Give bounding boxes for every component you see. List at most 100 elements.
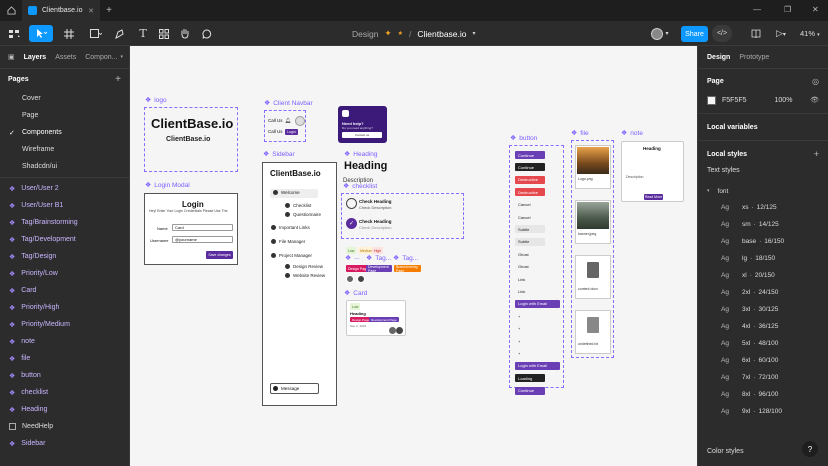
client-navbar-component[interactable]: Call Us Call Us 🔔︎ Login [264, 110, 306, 142]
library-icon[interactable] [751, 29, 761, 41]
logo-frame-label[interactable]: ❖ logo [145, 96, 167, 105]
user-b1-avatar[interactable] [357, 275, 365, 283]
card-component[interactable]: Low Heading Design Page Development Page… [346, 300, 406, 336]
text-style-item[interactable]: Ag 8xl · 96/100 [707, 386, 819, 403]
present-play-icon[interactable]: ▷▾ [776, 28, 786, 39]
layer-item[interactable]: ❖ Tag/Design [0, 248, 129, 265]
sidebar-toggle-icon[interactable]: ▣ [8, 53, 15, 61]
page-item[interactable]: ✓ Components [0, 124, 129, 141]
note-frame-label[interactable]: ❖ note [621, 129, 643, 138]
checklist-component[interactable]: Check Heading Check Description ✓ Check … [341, 193, 464, 239]
layer-item[interactable]: ❖ note [0, 333, 129, 350]
checklist-frame-label[interactable]: ❖ checklist [343, 182, 377, 191]
background-swatch[interactable] [707, 95, 716, 105]
text-tool-icon[interactable]: T [136, 25, 150, 42]
tab-layers[interactable]: Layers [24, 54, 47, 61]
priority-high-pill[interactable]: High [372, 247, 384, 254]
tab-components[interactable]: Compon... [85, 54, 117, 61]
layer-item[interactable]: ❖ Sidebar [0, 435, 129, 452]
home-icon[interactable] [0, 0, 22, 21]
text-style-item[interactable]: Ag lg · 18/150 [707, 250, 819, 267]
text-style-item[interactable]: Ag 3xl · 30/125 [707, 301, 819, 318]
layer-item[interactable]: NeedHelp [0, 418, 129, 435]
login-frame-label[interactable]: ❖ Login Modal [145, 181, 190, 190]
chevron-down-icon[interactable]: ▾ [121, 54, 124, 60]
tab-assets[interactable]: Assets [55, 54, 76, 61]
needhelp-frame[interactable]: Need help? Do you need anything? Contact… [338, 106, 387, 143]
pen-tool-icon[interactable] [110, 25, 132, 42]
text-style-item[interactable]: Ag 5xl · 48/100 [707, 335, 819, 352]
text-style-item[interactable]: Ag xl · 20/150 [707, 267, 819, 284]
tag-brainstorming-pill[interactable]: Brainstorming Page [394, 265, 421, 273]
tag-frame-label-2[interactable]: ❖ Tag... [393, 254, 418, 263]
layer-item[interactable]: ❖ User/User 2 [0, 180, 129, 197]
layer-item[interactable]: ❖ button [0, 367, 129, 384]
file-title[interactable]: Design ✦ ★ / Clientbase.io ▾ [352, 28, 476, 39]
move-tool-icon[interactable] [29, 25, 53, 42]
button-frame-label[interactable]: ❖ button [510, 134, 537, 143]
logo-component[interactable]: ClientBase.io ClientBase.io [144, 107, 238, 172]
page-item[interactable]: Page [0, 107, 129, 124]
new-tab-icon[interactable]: + [100, 5, 118, 16]
minimize-icon[interactable]: — [753, 5, 761, 14]
sidebar-component[interactable]: ClientBase.io Welcome Checklist Questionna… [262, 162, 337, 406]
design-canvas[interactable]: ❖ logo ClientBase.io ClientBase.io ❖ Clien… [130, 46, 697, 466]
tag-frame-label-small[interactable]: ❖... [345, 254, 359, 262]
hand-tool-icon[interactable] [178, 25, 192, 42]
tag-development-pill[interactable]: Development Page [366, 265, 392, 273]
page-item[interactable]: Shadcdn/ui [0, 158, 129, 175]
layer-item[interactable]: ❖ Tag/Brainstorming [0, 214, 129, 231]
frame-tool-icon[interactable] [59, 25, 81, 42]
layer-item[interactable]: ❖ Tag/Development [0, 231, 129, 248]
add-page-icon[interactable]: + [115, 74, 121, 85]
tag-frame-label-1[interactable]: ❖ Tag... [366, 254, 391, 263]
layer-item[interactable]: ❖ Priority/Low [0, 265, 129, 282]
layer-item[interactable]: ❖ User/User B1 [0, 197, 129, 214]
tab-design[interactable]: Design [707, 54, 730, 61]
file-frame-label[interactable]: ❖ file [571, 129, 589, 138]
page-item[interactable]: Wireframe [0, 141, 129, 158]
heading-frame-label[interactable]: ❖ Heading [344, 150, 378, 159]
layer-item[interactable]: ❖ Card [0, 282, 129, 299]
page-background-row[interactable]: F5F5F5 100% 👁︎ [707, 93, 819, 107]
resources-tool-icon[interactable] [157, 25, 171, 42]
close-tab-icon[interactable]: ✕ [88, 7, 94, 15]
file-component-set[interactable]: Logo.png banner.jpeg content.docx undefi… [571, 140, 614, 358]
maximize-icon[interactable]: ❐ [784, 5, 791, 14]
layer-item[interactable]: ❖ Priority/High [0, 299, 129, 316]
card-frame-label[interactable]: ❖ Card [344, 289, 367, 298]
dev-mode-icon[interactable]: </> [712, 25, 732, 42]
text-style-item[interactable]: Ag 4xl · 36/125 [707, 318, 819, 335]
layer-item[interactable]: ❖ checklist [0, 384, 129, 401]
text-style-item[interactable]: Ag sm · 14/125 [707, 216, 819, 233]
priority-low-pill[interactable]: Low [346, 247, 357, 254]
text-style-item[interactable]: Ag 9xl · 128/100 [707, 403, 819, 420]
background-opacity[interactable]: 100% [775, 97, 793, 104]
shape-tool-icon[interactable] [85, 25, 107, 42]
font-group[interactable]: ▾ font [707, 183, 819, 199]
user-2-avatar[interactable] [346, 275, 354, 283]
text-style-item[interactable]: Ag 7xl · 72/100 [707, 369, 819, 386]
zoom-level[interactable]: 41% ▾ [800, 29, 820, 38]
comment-tool-icon[interactable] [200, 25, 214, 42]
local-variables-title[interactable]: Local variables [707, 124, 758, 131]
add-style-icon[interactable]: + [814, 149, 819, 159]
help-button[interactable]: ? [802, 441, 818, 457]
main-menu-icon[interactable] [6, 25, 24, 42]
visibility-eye-icon[interactable]: 👁︎ [810, 96, 819, 104]
text-style-item[interactable]: Ag xs · 12/125 [707, 199, 819, 216]
user-avatar[interactable]: ▾ [649, 25, 671, 42]
navbar-frame-label[interactable]: ❖ Client Navbar [264, 99, 313, 108]
layer-item[interactable]: ❖ Heading [0, 401, 129, 418]
note-component[interactable]: Heading Description Read More [621, 141, 684, 202]
background-hex[interactable]: F5F5F5 [722, 97, 747, 104]
page-item[interactable]: Cover [0, 90, 129, 107]
button-component-set[interactable]: Continue Continue Destructive Destructive Ca… [509, 145, 564, 395]
text-style-item[interactable]: Ag 2xl · 24/150 [707, 284, 819, 301]
layer-item[interactable]: ❖ file [0, 350, 129, 367]
text-style-item[interactable]: Ag 6xl · 60/100 [707, 352, 819, 369]
file-tab[interactable]: Clientbase.io ✕ [22, 0, 100, 21]
close-window-icon[interactable]: ✕ [812, 5, 819, 14]
share-button[interactable]: Share [681, 26, 708, 42]
layer-item[interactable]: ❖ Priority/Medium [0, 316, 129, 333]
